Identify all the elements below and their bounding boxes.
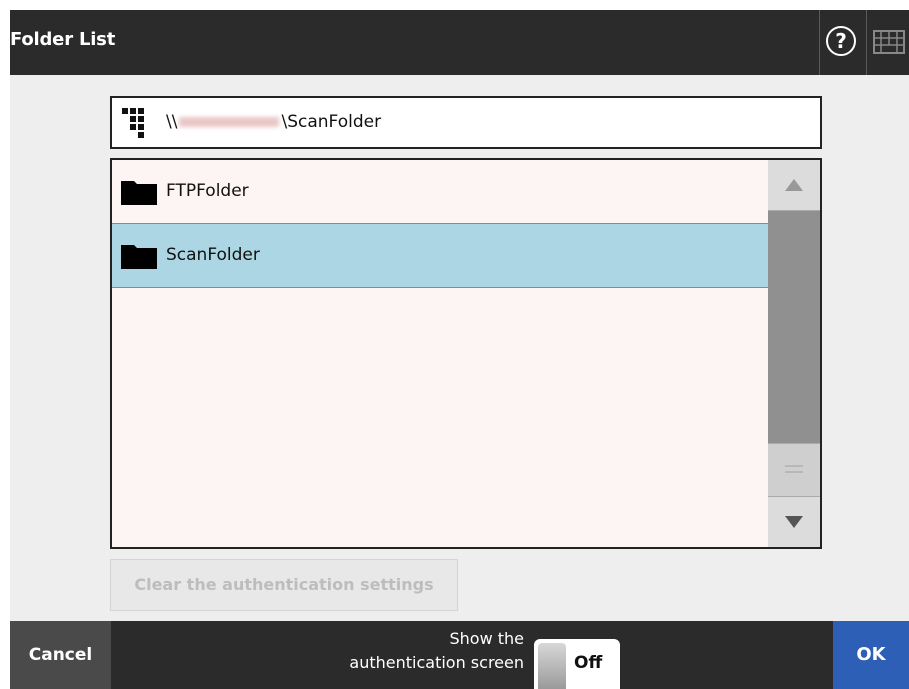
folder-list: FTPFolder ScanFolder: [110, 158, 822, 549]
folder-icon: [121, 245, 157, 269]
keyboard-icon: [873, 30, 905, 54]
thumb-grip-line: [785, 471, 803, 473]
cancel-button[interactable]: Cancel: [10, 621, 111, 689]
ok-button[interactable]: OK: [833, 621, 909, 689]
header-bar: Folder List ?: [10, 10, 909, 75]
toggle-state: Off: [574, 653, 603, 673]
folder-name: ScanFolder: [166, 245, 260, 265]
auth-label-line-1: Show the: [449, 629, 524, 648]
folder-row-ftpfolder[interactable]: FTPFolder: [112, 160, 768, 224]
help-icon: ?: [826, 26, 856, 56]
page-title: Folder List: [10, 29, 116, 50]
footer-bar: Cancel Show the authentication screen Of…: [10, 621, 909, 689]
network-icon: [122, 108, 144, 138]
keyboard-button[interactable]: [867, 10, 909, 75]
folder-row-scanfolder[interactable]: ScanFolder: [112, 224, 768, 288]
folder-name: FTPFolder: [166, 181, 249, 201]
folder-icon: [121, 181, 157, 205]
show-authentication-label: Show the authentication screen: [349, 627, 524, 675]
thumb-grip-line: [785, 465, 803, 467]
auth-label-line-2: authentication screen: [349, 653, 524, 672]
clear-authentication-button[interactable]: Clear the authentication settings: [110, 559, 458, 611]
show-authentication-toggle[interactable]: Off: [534, 639, 620, 689]
arrow-down-icon: [785, 516, 803, 528]
toggle-knob: [538, 643, 566, 689]
path-suffix: \ScanFolder: [281, 112, 382, 132]
help-button[interactable]: ?: [819, 10, 867, 75]
scroll-thumb[interactable]: [768, 443, 820, 496]
arrow-up-icon: [785, 179, 803, 191]
current-path-bar: \\ \ScanFolder: [110, 96, 822, 149]
scroll-down-button[interactable]: [768, 496, 820, 547]
redacted-host: [179, 117, 280, 127]
folder-list-screen: Folder List ? \\ \ScanFolder FTPFolder S…: [10, 10, 909, 689]
vertical-scrollbar[interactable]: [768, 160, 820, 547]
scroll-up-button[interactable]: [768, 160, 820, 211]
current-path-text: \\ \ScanFolder: [166, 112, 381, 132]
path-prefix: \\: [166, 112, 178, 132]
